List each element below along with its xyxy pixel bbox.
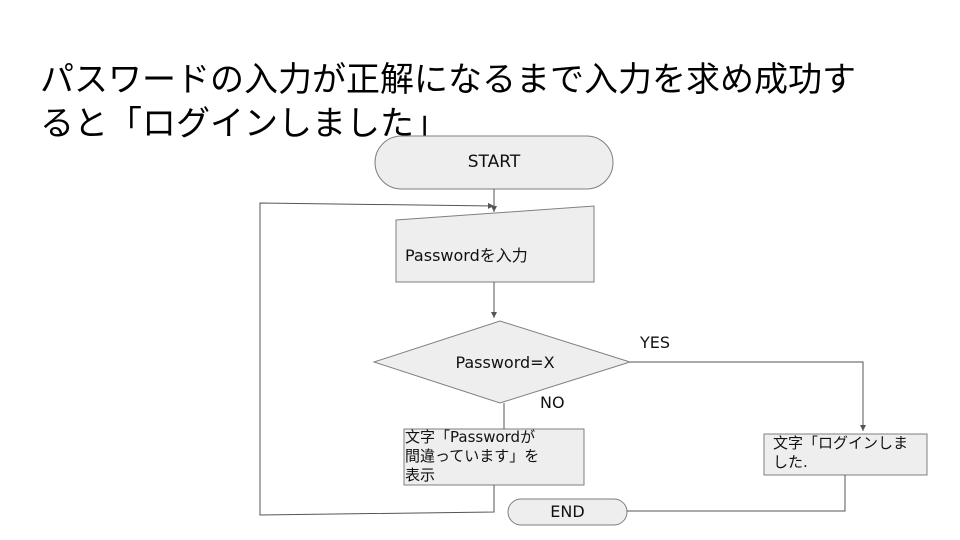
- success-text-line-2: した.: [773, 453, 808, 471]
- success-text-line-1: 文字「ログインしま: [773, 434, 909, 452]
- connector-yes-branch: [630, 361, 866, 431]
- success-text: 文字「ログインしま した.: [773, 434, 908, 472]
- decision-label: Password=X: [455, 353, 555, 372]
- input-label: Passwordを入力: [405, 246, 528, 265]
- end-label: END: [550, 502, 585, 521]
- start-label: START: [467, 152, 521, 172]
- yes-label: YES: [640, 333, 671, 352]
- connector-success-to-end: [627, 475, 846, 512]
- error-text-line-1: 文字「Passwordが: [405, 428, 536, 446]
- error-text-line-2: 間違っています」を: [405, 447, 540, 465]
- error-text: 文字「Passwordが 間違っています」を 表示: [405, 428, 539, 485]
- error-text-line-3: 表示: [405, 466, 436, 484]
- no-label: NO: [540, 393, 565, 412]
